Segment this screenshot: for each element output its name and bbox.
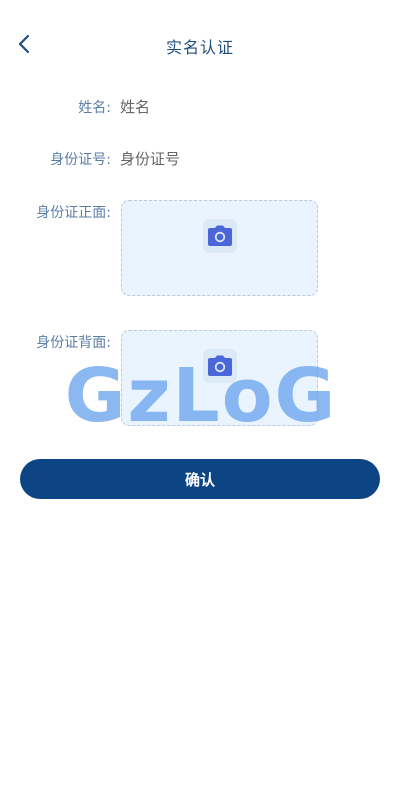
confirm-button[interactable]: 确认 [20, 459, 380, 499]
name-input[interactable] [120, 94, 360, 120]
id-front-upload[interactable] [121, 200, 318, 296]
camera-icon [207, 355, 232, 376]
camera-icon-wrap [202, 219, 237, 253]
id-number-input[interactable] [120, 146, 360, 172]
camera-icon-wrap [202, 349, 237, 383]
header: 实名认证 [0, 0, 400, 90]
camera-icon [207, 225, 232, 246]
id-back-upload[interactable] [121, 330, 318, 426]
page-title: 实名认证 [165, 38, 234, 57]
id-number-label: 身份证号: [50, 152, 111, 168]
id-front-label: 身份证正面: [36, 205, 111, 221]
id-back-label: 身份证背面: [36, 335, 111, 351]
name-label: 姓名: [78, 100, 111, 116]
